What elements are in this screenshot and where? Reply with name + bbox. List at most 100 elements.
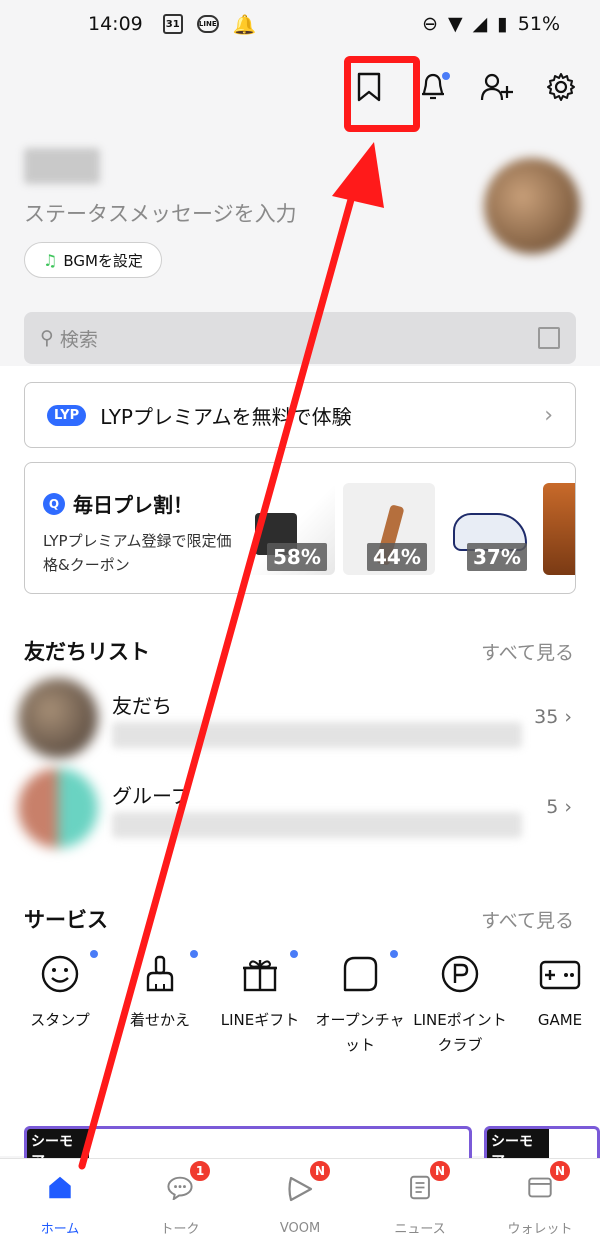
home-icon	[49, 1176, 71, 1199]
comic-logo: シーモア	[487, 1129, 549, 1160]
services-row: スタンプ 着せかえ LINEギフト オープンチャット LINEポイントクラブ G…	[10, 950, 600, 1058]
comic-banner[interactable]: シーモア	[24, 1126, 472, 1160]
friends-avatar	[18, 678, 98, 758]
group-preview-blurred	[112, 812, 522, 838]
game-icon	[536, 950, 584, 998]
service-label: LINEポイントクラブ	[413, 1011, 507, 1054]
service-label: GAME	[537, 1011, 583, 1029]
lyp-banner-text: LYPプレミアムを無料で体験	[100, 404, 352, 429]
group-label: グループ	[112, 784, 191, 808]
nav-voom[interactable]: N VOOM	[240, 1159, 360, 1237]
deal-thumbnails: 58% 44% 37%	[243, 483, 575, 575]
search-bar[interactable]: ⚲ 検索	[24, 312, 576, 364]
service-point-club[interactable]: LINEポイントクラブ	[410, 950, 510, 1058]
friends-section-title: 友だちリスト	[24, 640, 150, 664]
deal-item[interactable]	[543, 483, 575, 575]
nav-news[interactable]: N ニュース	[360, 1159, 480, 1237]
profile-name-blurred[interactable]	[24, 148, 100, 184]
status-time: 14:09	[88, 13, 143, 35]
nav-label: ウォレット	[507, 1222, 573, 1237]
gift-icon	[236, 950, 284, 998]
points-icon	[436, 950, 484, 998]
group-avatar	[18, 768, 98, 848]
lyp-premium-banner[interactable]: LYP LYPプレミアムを無料で体験 ›	[24, 382, 576, 448]
search-icon: ⚲	[40, 327, 54, 349]
brush-icon	[136, 950, 184, 998]
bottom-navigation: ホーム 1 トーク N VOOM N ニュース N ウォレット	[0, 1158, 600, 1237]
coupon-icon: Q	[43, 492, 65, 515]
nav-label: トーク	[160, 1222, 200, 1237]
nav-wallet[interactable]: N ウォレット	[480, 1159, 600, 1237]
status-bar: 14:09 31 LINE 🔔 ⊖ ▼ ◢ ▮ 51%	[0, 0, 600, 48]
bgm-label: BGMを設定	[63, 251, 143, 270]
unread-badge: 1	[188, 1159, 212, 1183]
deal-item[interactable]: 58%	[243, 483, 335, 575]
new-badge: N	[428, 1159, 452, 1183]
new-notification-dot	[442, 72, 450, 80]
search-placeholder: 検索	[59, 328, 98, 351]
scan-icon[interactable]	[538, 327, 560, 349]
battery-level: 51%	[517, 13, 560, 35]
service-sticker[interactable]: スタンプ	[10, 950, 110, 1058]
comic-logo: シーモア	[27, 1129, 89, 1160]
friends-see-all-link[interactable]: すべて見る	[481, 638, 574, 665]
battery-icon: ▮	[497, 13, 508, 35]
discount-label: 58%	[267, 543, 327, 571]
smiley-icon	[36, 950, 84, 998]
services-section-title: サービス	[24, 908, 108, 932]
bookmark-highlight-box	[344, 56, 420, 132]
notification-bell-icon[interactable]	[416, 70, 450, 104]
discount-label: 37%	[467, 543, 527, 571]
service-label: 着せかえ	[129, 1011, 190, 1029]
nav-talk[interactable]: 1 トーク	[120, 1159, 240, 1237]
nav-label: VOOM	[279, 1221, 321, 1236]
wifi-icon: ▼	[448, 13, 463, 35]
open-chat-icon	[336, 950, 384, 998]
chevron-right-icon: ›	[544, 402, 553, 428]
friends-count: 35 ›	[534, 706, 572, 728]
status-message[interactable]: ステータスメッセージを入力	[24, 198, 297, 228]
service-label: LINEギフト	[220, 1011, 300, 1029]
daily-deal-card[interactable]: Q 毎日プレ割！ LYPプレミアム登録で限定価格&クーポン 58% 44% 37…	[24, 462, 576, 594]
bgm-button[interactable]: ♫ BGMを設定	[24, 242, 162, 278]
deal-title-text: 毎日プレ割！	[73, 493, 193, 517]
new-dot	[190, 950, 198, 958]
services-see-all-link[interactable]: すべて見る	[481, 906, 574, 933]
line-notification-icon: LINE	[196, 15, 219, 33]
new-dot	[290, 950, 298, 958]
service-open-chat[interactable]: オープンチャット	[310, 950, 410, 1058]
service-gift[interactable]: LINEギフト	[210, 950, 310, 1058]
list-item[interactable]: 友だち 35 ›	[18, 678, 582, 764]
service-theme[interactable]: 着せかえ	[110, 950, 210, 1058]
service-game[interactable]: GAME	[510, 950, 600, 1058]
new-dot	[390, 950, 398, 958]
group-count: 5 ›	[546, 796, 572, 818]
nav-home[interactable]: ホーム	[0, 1159, 120, 1237]
service-label: オープンチャット	[315, 1011, 405, 1054]
deal-subtitle: LYPプレミアム登録で限定価格&クーポン	[43, 532, 232, 574]
discount-label: 44%	[367, 543, 427, 571]
bell-status-icon: 🔔	[232, 13, 257, 36]
nav-label: ニュース	[394, 1222, 446, 1237]
new-dot	[90, 950, 98, 958]
deal-item[interactable]: 37%	[443, 483, 535, 575]
news-icon	[410, 1175, 430, 1200]
friends-label: 友だち	[112, 694, 172, 718]
comic-banner[interactable]: シーモア	[484, 1126, 600, 1160]
deal-title: Q 毎日プレ割！	[43, 489, 193, 518]
new-badge: N	[308, 1159, 332, 1183]
list-item[interactable]: グループ 5 ›	[18, 768, 582, 854]
dnd-icon: ⊖	[422, 13, 439, 35]
nav-label: ホーム	[40, 1222, 80, 1237]
friends-preview-blurred	[112, 722, 522, 748]
service-label: スタンプ	[30, 1011, 90, 1029]
calendar-icon: 31	[162, 14, 183, 34]
deal-item[interactable]: 44%	[343, 483, 435, 575]
lyp-logo: LYP	[47, 404, 87, 426]
signal-icon: ◢	[472, 13, 488, 35]
music-note-icon: ♫	[43, 250, 58, 270]
settings-gear-icon[interactable]	[544, 70, 578, 104]
new-badge: N	[548, 1159, 572, 1183]
add-friend-icon[interactable]	[480, 70, 514, 104]
profile-avatar[interactable]	[484, 158, 580, 254]
